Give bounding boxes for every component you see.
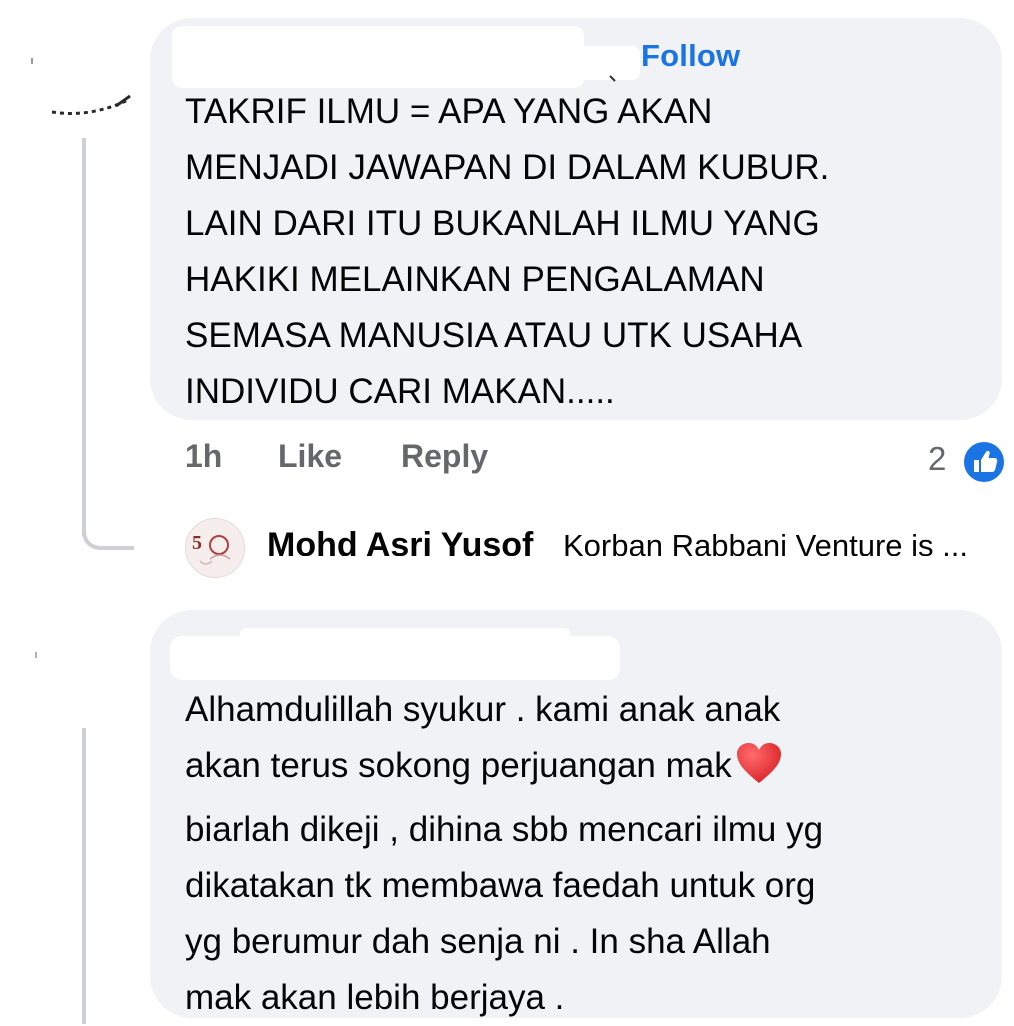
avatar-edge-fragment-2 [35,652,37,658]
reply-author-name[interactable]: Mohd Asri Yusof [267,526,533,556]
red-heart-icon [736,743,782,802]
comment-body-2: Alhamdulillah syukur . kami anak anak ak… [185,682,823,1026]
comment-line: MENJADI JAWAPAN DI DALAM KUBUR. [185,148,830,187]
thread-line-vertical [82,138,86,536]
reply-author-subtitle: Korban Rabbani Venture is ... [563,528,968,556]
redacted-author-name [172,26,584,88]
thread-line-second [82,728,86,1024]
svg-text:5: 5 [192,532,202,554]
comment-line: yg berumur dah senja ni . In sha Allah [185,922,771,961]
follow-button[interactable]: Follow [641,38,740,74]
reply-preview[interactable]: 5 Mohd Asri Yusof Korban Rabbani Venture… [185,518,995,578]
comment-body: TAKRIF ILMU = APA YANG AKAN MENJADI JAWA… [185,84,829,420]
comment-line: HAKIKI MELAINKAN PENGALAMAN [185,260,765,299]
comment-line: dikatakan tk membawa faedah untuk org [185,866,816,905]
comment-line: INDIVIDU CARI MAKAN..... [185,372,615,411]
comment-line: LAIN DARI ITU BUKANLAH ILMU YANG [185,204,820,243]
name-edge-mark [609,75,616,82]
redacted-author-name [170,636,620,680]
comment-line: akan terus sokong perjuangan mak [185,746,732,785]
thread-line-corner [82,530,134,550]
comment-timestamp[interactable]: 1h [185,438,222,475]
comment-line: TAKRIF ILMU = APA YANG AKAN [185,92,713,131]
avatar-edge-fragment [31,58,131,115]
comment-line: SEMASA MANUSIA ATAU UTK USAHA [185,316,803,355]
reaction-count: 2 [928,440,947,477]
reply-button[interactable]: Reply [401,438,488,475]
comment-line: mak akan lebih berjaya . [185,978,565,1017]
reply-text-clip: Mohd Asri Yusof Korban Rabbani Venture i… [267,518,987,556]
reply-avatar[interactable]: 5 [185,518,245,578]
thumbs-up-icon [961,439,1007,485]
like-button[interactable]: Like [278,438,342,475]
redacted-author-name-tail [240,628,570,642]
comment-line: Alhamdulillah syukur . kami anak anak [185,690,781,729]
comment-line: biarlah dikeji , dihina sbb mencari ilmu… [185,810,824,849]
